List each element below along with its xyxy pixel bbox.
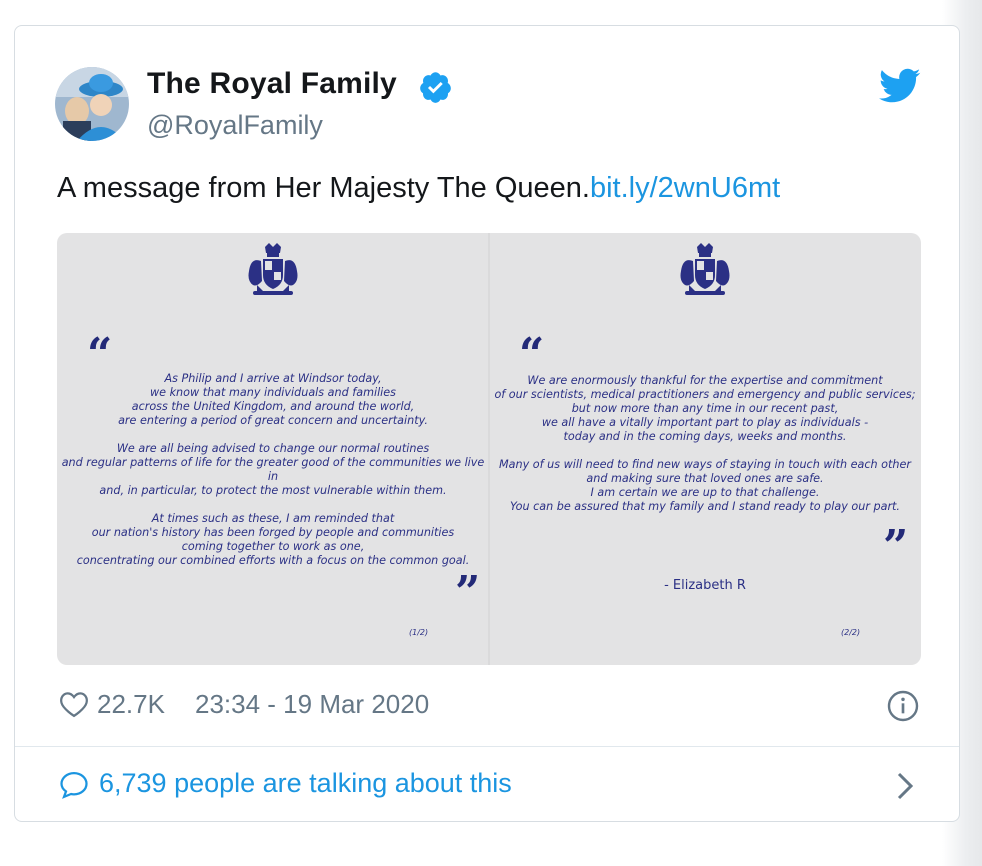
chevron-right-icon[interactable] — [895, 771, 915, 801]
open-quote-mark: “ — [519, 329, 545, 380]
royal-coat-of-arms-icon — [680, 243, 730, 295]
info-icon[interactable] — [887, 690, 919, 722]
letter-paragraph: We are enormously thankful for the exper… — [494, 374, 916, 443]
letter-paragraph: We are all being advised to change our n… — [61, 442, 485, 497]
tweet-text: A message from Her Majesty The Queen.bit… — [57, 172, 780, 205]
letter-body-page-1: As Philip and I arrive at Windsor today,… — [57, 372, 489, 582]
display-name[interactable]: The Royal Family — [147, 67, 397, 101]
close-quote-mark: ” — [455, 567, 481, 618]
letter-paragraph: At times such as these, I am reminded th… — [76, 512, 470, 567]
user-handle[interactable]: @RoyalFamily — [147, 110, 323, 141]
letter-paragraph: As Philip and I arrive at Windsor today,… — [118, 372, 428, 427]
letter-body-page-2: We are enormously thankful for the exper… — [489, 374, 921, 528]
page-number: (2/2) — [841, 628, 861, 637]
royal-coat-of-arms-icon — [248, 243, 298, 295]
letter-page-1: “ As Philip and I arrive at Windsor toda… — [57, 233, 489, 665]
heart-icon[interactable] — [59, 690, 89, 718]
page-number: (1/2) — [409, 628, 429, 637]
letter-page-2: “ We are enormously thankful for the exp… — [489, 233, 921, 665]
tweet-card[interactable]: The Royal Family @RoyalFamily A message … — [14, 25, 960, 822]
close-quote-mark: ” — [883, 521, 909, 572]
twitter-bird-icon[interactable] — [879, 68, 921, 104]
avatar[interactable] — [55, 67, 129, 141]
open-quote-mark: “ — [87, 329, 113, 380]
conversation-link[interactable]: 6,739 people are talking about this — [59, 768, 919, 802]
divider — [15, 746, 959, 747]
signature: - Elizabeth R — [664, 578, 746, 593]
timestamp[interactable]: 23:34 - 19 Mar 2020 — [195, 689, 429, 720]
tweet-link[interactable]: bit.ly/2wnU6mt — [590, 172, 780, 204]
like-count[interactable]: 22.7K — [97, 689, 165, 720]
letter-paragraph: Many of us will need to find new ways of… — [499, 458, 911, 513]
tweet-media[interactable]: “ As Philip and I arrive at Windsor toda… — [57, 233, 921, 665]
verified-badge-icon — [420, 72, 451, 103]
conversation-count[interactable]: 6,739 people are talking about this — [99, 768, 512, 799]
comment-icon — [60, 771, 88, 799]
tweet-body: A message from Her Majesty The Queen. — [57, 172, 590, 204]
tweet-actions: 22.7K 23:34 - 19 Mar 2020 — [59, 689, 919, 723]
